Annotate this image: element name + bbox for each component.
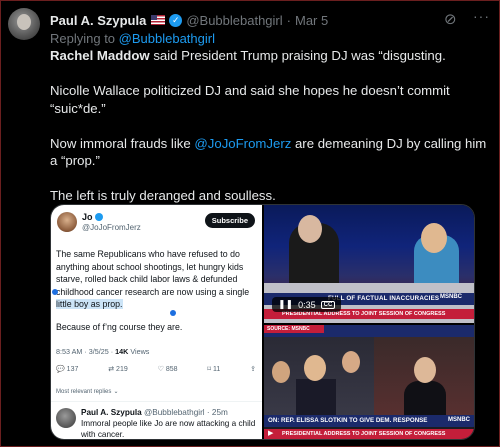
tweet-date[interactable]: Mar 5 xyxy=(295,13,328,28)
screenshot-meta: 8:53 AM · 3/5/25 · 14K Views xyxy=(56,347,150,356)
media-image-screenshot[interactable]: Jo @JoJoFromJerz Subscribe The same Repu… xyxy=(51,205,262,439)
body-line-2: Nicolle Wallace politicized DJ and said … xyxy=(50,83,450,116)
body-line-1: said President Trump praising DJ was “di… xyxy=(149,48,446,63)
video-person-head xyxy=(421,223,447,253)
verified-badge-icon: ✓ xyxy=(169,13,183,27)
screenshot-name: Jo xyxy=(82,212,93,222)
handle[interactable]: @Bubblebathgirl xyxy=(186,13,282,28)
pause-icon[interactable]: ❚❚ xyxy=(278,299,293,310)
media-grid: Jo @JoJoFromJerz Subscribe The same Repu… xyxy=(50,204,475,440)
screenshot-text-2: Because of f’ng course they are. xyxy=(56,322,183,332)
video-person-head xyxy=(342,351,360,373)
selection-handle-icon xyxy=(170,310,176,316)
screenshot-avatar xyxy=(57,212,77,232)
screenshot-subscribe-button: Subscribe xyxy=(204,213,255,228)
replying-to-prefix: Replying to xyxy=(50,31,116,46)
screenshot-reply-text: Immoral people like Jo are now attacking… xyxy=(81,419,256,439)
divider xyxy=(51,401,262,402)
mention-name: Rachel Maddow xyxy=(50,48,150,63)
screenshot-reply-handle: @Bubblebathgirl xyxy=(143,408,205,417)
share-icon: ⇪ xyxy=(250,366,256,373)
tweet-header: Paul A. Szypula ✓ @Bubblebathgirl · Mar … xyxy=(50,11,490,29)
us-flag-icon xyxy=(151,15,166,25)
play-icon[interactable]: ▶ xyxy=(268,430,276,438)
video-person-head xyxy=(304,355,326,381)
video-person-head xyxy=(298,215,322,243)
like-count-icon: ♡ 858 xyxy=(157,366,178,373)
screenshot-reply-name: Paul A. Szypula xyxy=(81,408,142,417)
screenshot-actions: 💬 137 ⇄ 219 ♡ 858 ⌑ 11 ⇪ xyxy=(56,365,256,373)
body-mention-link[interactable]: @JoJoFromJerz xyxy=(194,136,291,151)
msnbc-logo: MSNBC xyxy=(440,294,462,300)
screenshot-reply-avatar xyxy=(56,408,76,428)
grok-icon[interactable]: ⊘ xyxy=(444,10,462,28)
screenshot-highlight: little boy as prop. xyxy=(56,299,123,309)
video-person-head xyxy=(272,361,290,383)
replying-to-handle[interactable]: @Bubblebathgirl xyxy=(119,31,215,46)
body-line-4: The left is truly deranged and soulless. xyxy=(50,188,276,203)
captions-button[interactable]: CC xyxy=(320,300,336,309)
avatar[interactable] xyxy=(8,8,40,40)
separator-dot: · xyxy=(286,12,291,28)
repost-count-icon: ⇄ 219 xyxy=(108,366,128,373)
video-ticker: PRESIDENTIAL ADDRESS TO JOINT SESSION OF… xyxy=(264,429,474,439)
media-video-bottom[interactable]: SOURCE: MSNBC ON: REP. ELISSA SLOTKIN TO… xyxy=(264,325,474,439)
screenshot-verified-icon xyxy=(94,213,103,221)
replying-to: Replying to @Bubblebathgirl xyxy=(50,31,215,46)
bookmark-count-icon: ⌑ 11 xyxy=(207,366,221,373)
media-video-top[interactable]: FULL OF FACTUAL INACCURACIES MSNBC PRESI… xyxy=(264,205,474,323)
tweet-body: Rachel Maddow said President Trump prais… xyxy=(50,47,490,205)
display-name[interactable]: Paul A. Szypula xyxy=(50,13,146,28)
body-line-3-before: Now immoral frauds like xyxy=(50,135,195,151)
video-controls[interactable]: ❚❚ 0:35 CC xyxy=(272,297,342,312)
video-time: 0:35 xyxy=(298,299,316,310)
screenshot-text: The same Republicans who have refused to… xyxy=(56,249,250,309)
video-lower-third-text: ON: REP. ELISSA SLOTKIN TO GIVE DEM. RES… xyxy=(268,417,428,424)
video-host-head xyxy=(414,357,436,383)
reply-count-icon: 💬 137 xyxy=(56,366,79,373)
screenshot-most-relevant: Most relevant replies ⌄ xyxy=(56,389,119,395)
msnbc-logo: MSNBC xyxy=(448,417,470,423)
screenshot-handle: @JoJoFromJerz xyxy=(82,223,141,232)
more-icon[interactable]: ··· xyxy=(473,8,490,24)
video-lower-third-text: FULL OF FACTUAL INACCURACIES xyxy=(328,295,440,302)
selection-handle-icon xyxy=(52,289,58,295)
video-source-label: SOURCE: MSNBC xyxy=(264,325,324,333)
